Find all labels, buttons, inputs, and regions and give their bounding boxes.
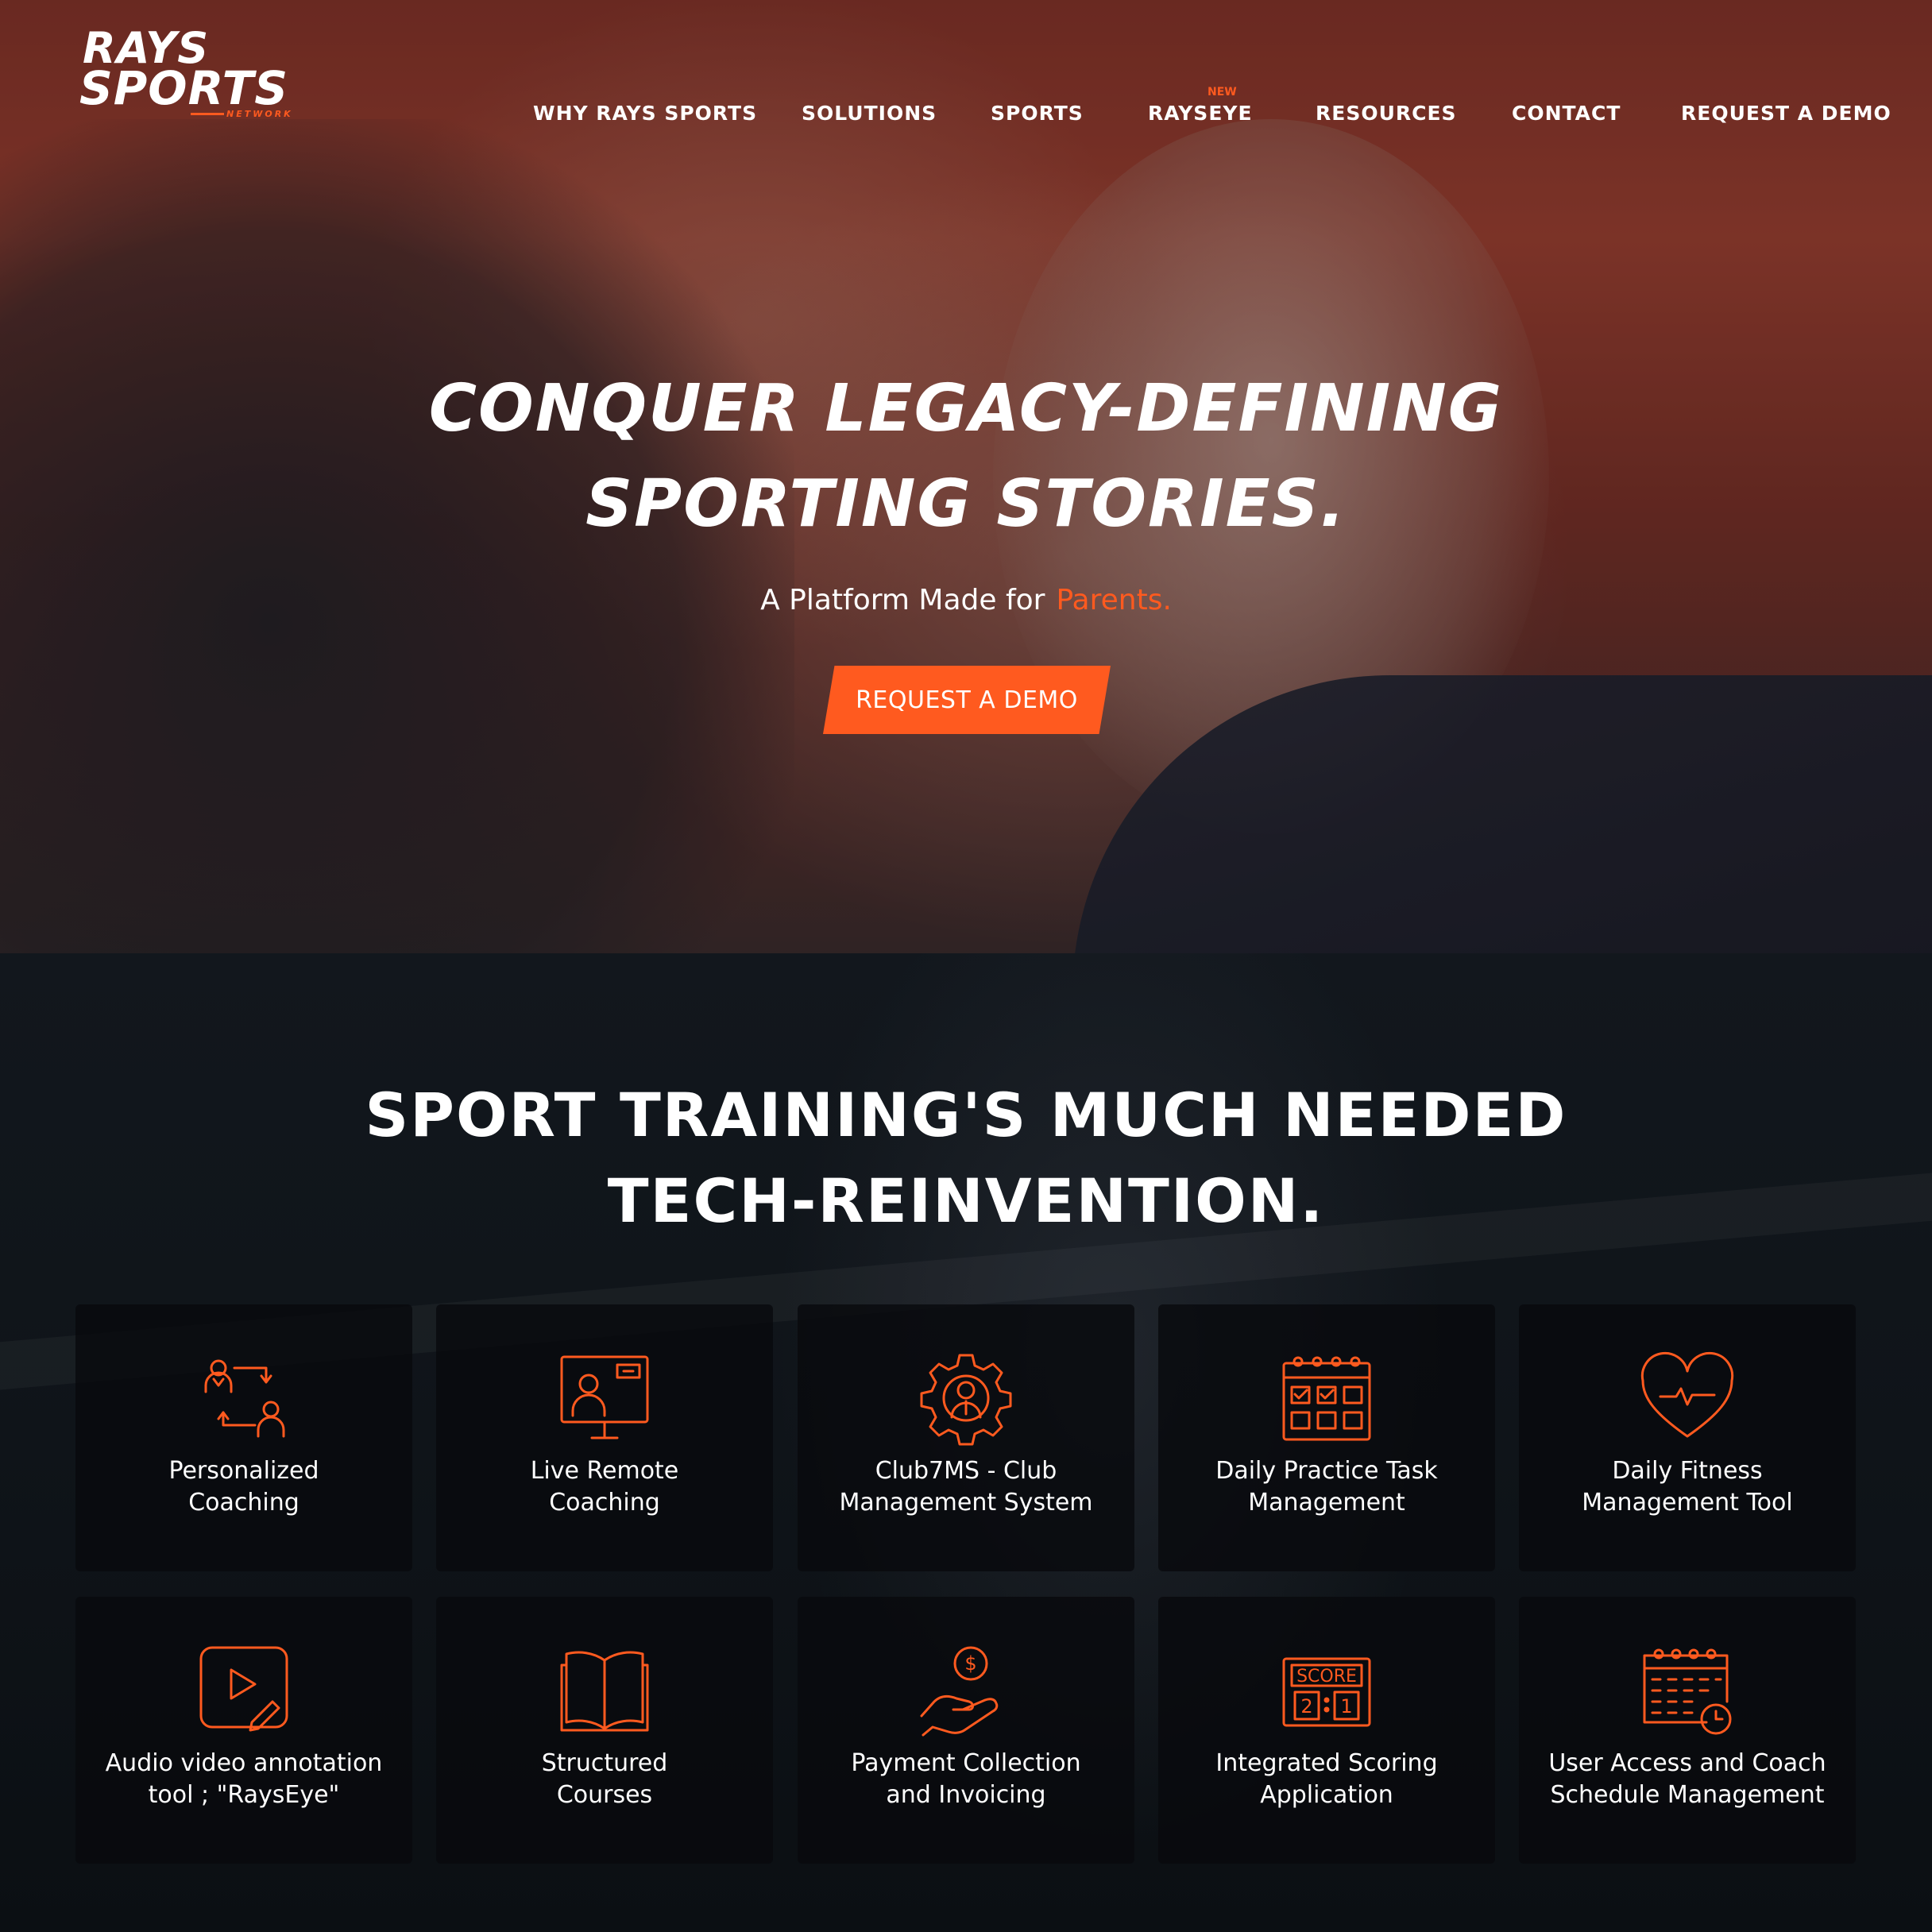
feature-card-label: Integrated Scoring Application <box>1174 1748 1479 1811</box>
calendar-check-icon <box>1279 1350 1374 1446</box>
nav-contact[interactable]: CONTACT <box>1512 102 1621 125</box>
hero-section: RAYS SPORTS NETWORK WHY RAYS SPORTS SOLU… <box>0 0 1932 953</box>
scoreboard-right-value: 1 <box>1340 1695 1352 1718</box>
main-nav: WHY RAYS SPORTS SOLUTIONS SPORTS NEW RAY… <box>0 86 1932 133</box>
hero-request-demo-button[interactable]: REQUEST A DEMO <box>823 666 1111 734</box>
feature-label-line1: Integrated Scoring <box>1215 1749 1438 1777</box>
features-section: SPORT TRAINING'S MUCH NEEDED TECH-REINVE… <box>0 953 1932 1932</box>
feature-card-daily-fitness[interactable]: Daily Fitness Management Tool <box>1519 1304 1856 1571</box>
hero-subtitle-text: A Platform Made for <box>760 584 1045 616</box>
feature-card-personalized-coaching[interactable]: Personalized Coaching <box>75 1304 412 1571</box>
feature-card-label: Audio video annotation tool ; "RaysEye" <box>91 1748 396 1811</box>
feature-card-label: User Access and Coach Schedule Managemen… <box>1535 1748 1840 1811</box>
feature-label-line1: Personalized <box>168 1457 319 1485</box>
feature-label-line1: Daily Practice Task <box>1215 1457 1438 1485</box>
feature-label-line2: tool ; "RaysEye" <box>148 1781 340 1809</box>
nav-why-rays-sports[interactable]: WHY RAYS SPORTS <box>533 102 757 125</box>
feature-card-structured-courses[interactable]: Structured Courses <box>436 1597 773 1864</box>
nav-sports[interactable]: SPORTS <box>991 102 1084 125</box>
coin-symbol: $ <box>964 1652 976 1675</box>
nav-solutions[interactable]: SOLUTIONS <box>802 102 937 125</box>
feature-label-line2: Management <box>1248 1489 1405 1517</box>
nav-request-demo[interactable]: REQUEST A DEMO <box>1681 102 1891 125</box>
hero-title-line2: SPORTING STORIES. <box>585 466 1347 542</box>
hero-subtitle: A Platform Made for Parents. <box>0 584 1932 616</box>
feature-label-line1: Structured <box>541 1749 668 1777</box>
calendar-clock-icon <box>1640 1643 1735 1738</box>
nav-resources[interactable]: RESOURCES <box>1316 102 1457 125</box>
feature-card-label: Personalized Coaching <box>91 1455 396 1519</box>
feature-label-line2: Schedule Management <box>1550 1781 1825 1809</box>
feature-label-line2: Coaching <box>549 1489 660 1517</box>
hero-subtitle-accent: Parents. <box>1056 584 1172 616</box>
nav-new-badge: NEW <box>1208 86 1237 99</box>
feature-card-label: Structured Courses <box>452 1748 757 1811</box>
hand-coin-icon: $ <box>918 1643 1014 1738</box>
feature-card-label: Club7MS - Club Management System <box>813 1455 1119 1519</box>
feature-label-line2: Application <box>1260 1781 1393 1809</box>
features-title: SPORT TRAINING'S MUCH NEEDED TECH-REINVE… <box>0 1072 1932 1244</box>
feature-label-line1: Daily Fitness <box>1612 1457 1763 1485</box>
open-book-icon <box>557 1643 652 1738</box>
scoreboard-left-value: 2 <box>1300 1695 1312 1718</box>
feature-label-line1: Audio video annotation <box>105 1749 383 1777</box>
hero-title: CONQUER LEGACY-DEFINING SPORTING STORIES… <box>0 361 1932 552</box>
feature-label-line1: User Access and Coach <box>1548 1749 1826 1777</box>
feature-card-daily-practice[interactable]: Daily Practice Task Management <box>1158 1304 1495 1571</box>
features-title-line2: TECH-REINVENTION. <box>607 1165 1325 1236</box>
feature-card-label: Live Remote Coaching <box>452 1455 757 1519</box>
video-call-icon <box>557 1350 652 1446</box>
coach-swap-icon <box>196 1350 292 1446</box>
feature-card-label: Daily Practice Task Management <box>1174 1455 1479 1519</box>
heart-pulse-icon <box>1640 1350 1735 1446</box>
feature-card-label: Payment Collection and Invoicing <box>813 1748 1119 1811</box>
scoreboard-label: SCORE <box>1296 1667 1357 1687</box>
features-title-line1: SPORT TRAINING'S MUCH NEEDED <box>365 1080 1567 1150</box>
gear-person-icon <box>918 1350 1014 1446</box>
feature-card-label: Daily Fitness Management Tool <box>1535 1455 1840 1519</box>
feature-card-club7ms[interactable]: Club7MS - Club Management System <box>798 1304 1134 1571</box>
feature-card-user-access[interactable]: User Access and Coach Schedule Managemen… <box>1519 1597 1856 1864</box>
feature-label-line1: Club7MS - Club <box>875 1457 1057 1485</box>
video-annotate-icon <box>196 1643 292 1738</box>
scoreboard-icon: SCORE 2 1 <box>1279 1643 1374 1738</box>
feature-label-line2: Courses <box>556 1781 653 1809</box>
feature-card-payment-collection[interactable]: $ Payment Collection and Invoicing <box>798 1597 1134 1864</box>
feature-card-integrated-scoring[interactable]: SCORE 2 1 Integrated Scoring Application <box>1158 1597 1495 1864</box>
hero-title-line1: CONQUER LEGACY-DEFINING <box>428 371 1504 446</box>
nav-rayseye[interactable]: RAYSEYE <box>1148 102 1253 125</box>
feature-label-line2: Management Tool <box>1582 1489 1793 1517</box>
feature-card-live-remote-coaching[interactable]: Live Remote Coaching <box>436 1304 773 1571</box>
feature-label-line2: and Invoicing <box>886 1781 1046 1809</box>
feature-label-line1: Live Remote <box>530 1457 679 1485</box>
feature-label-line2: Management System <box>839 1489 1093 1517</box>
feature-card-audio-video-annotation[interactable]: Audio video annotation tool ; "RaysEye" <box>75 1597 412 1864</box>
feature-label-line2: Coaching <box>188 1489 299 1517</box>
feature-label-line1: Payment Collection <box>851 1749 1081 1777</box>
